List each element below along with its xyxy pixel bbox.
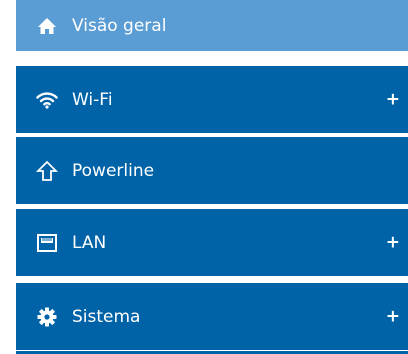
- menu-item-visao-geral[interactable]: Visão geral: [16, 0, 408, 51]
- expand-plus-icon[interactable]: +: [386, 91, 400, 108]
- menu-item-label: Wi-Fi: [72, 89, 113, 110]
- navigation-menu: Visão geral Wi-Fi + Powerline LAN + Sist…: [16, 0, 408, 354]
- menu-item-lan[interactable]: LAN +: [16, 209, 408, 276]
- expand-plus-icon[interactable]: +: [386, 234, 400, 251]
- home-icon: [36, 15, 58, 37]
- menu-item-powerline[interactable]: Powerline: [16, 137, 408, 204]
- powerline-icon: [36, 160, 58, 182]
- menu-item-label: LAN: [72, 232, 107, 253]
- menu-item-label: Sistema: [72, 306, 141, 327]
- menu-item-sistema[interactable]: Sistema +: [16, 283, 408, 350]
- wifi-icon: [36, 89, 58, 111]
- expand-plus-icon[interactable]: +: [386, 308, 400, 325]
- gear-icon: [36, 306, 58, 328]
- lan-port-icon: [36, 232, 58, 254]
- menu-item-label: Powerline: [72, 160, 155, 181]
- menu-item-wifi[interactable]: Wi-Fi +: [16, 66, 408, 133]
- menu-item-label: Visão geral: [72, 15, 167, 36]
